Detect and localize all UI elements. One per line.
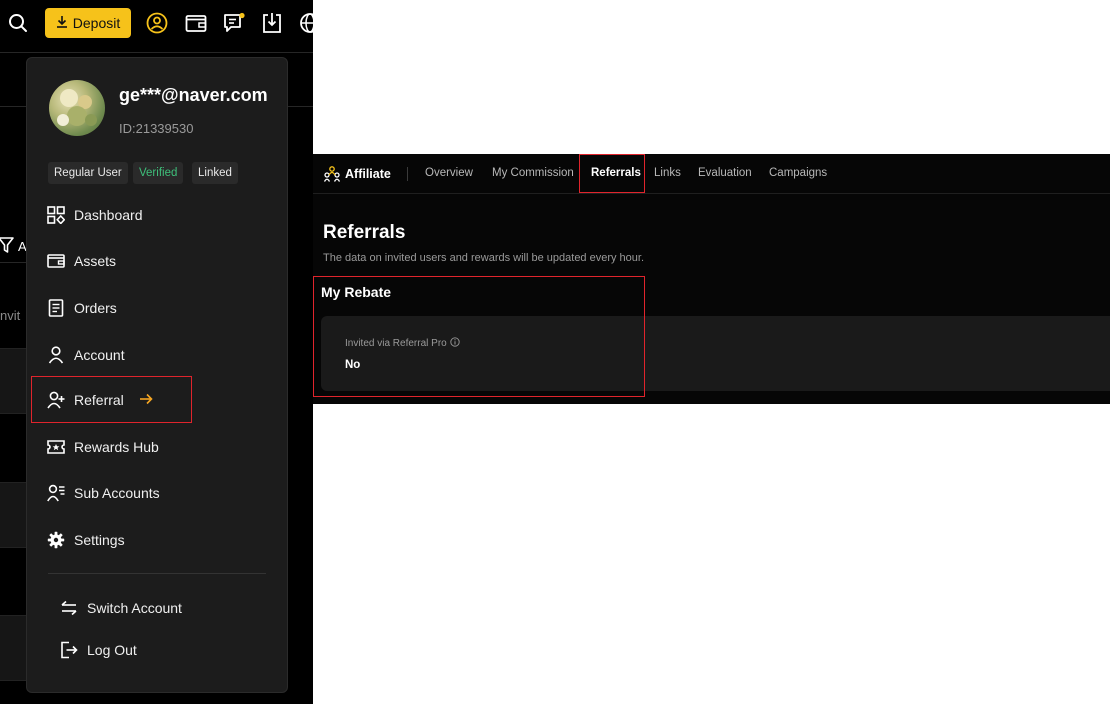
gear-icon — [47, 531, 65, 549]
menu-label-dashboard: Dashboard — [74, 207, 143, 223]
affiliate-nav: Affiliate Overview My Commission Referra… — [313, 154, 1110, 194]
top-bar: Deposit — [0, 0, 313, 46]
tab-links[interactable]: Links — [654, 167, 681, 179]
dashboard-icon — [47, 206, 65, 224]
tab-my-commission[interactable]: My Commission — [492, 167, 574, 179]
affiliate-brand[interactable]: Affiliate — [345, 167, 391, 181]
user-id: ID:21339530 — [119, 121, 194, 136]
background-row — [0, 348, 26, 414]
partial-invite-text: nvit — [0, 308, 21, 323]
profile-icon[interactable] — [145, 11, 169, 35]
nav-separator — [407, 167, 408, 181]
avatar[interactable] — [49, 80, 105, 136]
switch-icon — [60, 599, 78, 617]
menu-item-settings[interactable]: Settings — [47, 526, 125, 554]
menu-item-sub-accounts[interactable]: Sub Accounts — [47, 479, 160, 507]
badge-regular-user: Regular User — [48, 162, 128, 184]
user-email: ge***@naver.com — [119, 85, 268, 105]
divider — [0, 52, 313, 53]
globe-icon[interactable] — [298, 11, 313, 35]
background-row — [0, 482, 26, 548]
menu-item-rewards-hub[interactable]: Rewards Hub — [47, 433, 159, 461]
menu-item-dashboard[interactable]: Dashboard — [47, 201, 143, 229]
account-dropdown: ge***@naver.com ID:21339530 Regular User… — [26, 57, 288, 693]
menu-label-orders: Orders — [74, 300, 117, 316]
filter-icon[interactable] — [0, 236, 14, 259]
person-icon — [47, 346, 65, 364]
menu-label-rewards-hub: Rewards Hub — [74, 439, 159, 455]
menu-label-assets: Assets — [74, 253, 117, 269]
download-icon — [56, 15, 68, 31]
page-title: Referrals — [323, 222, 406, 243]
page-description: The data on invited users and rewards wi… — [323, 252, 645, 264]
search-icon[interactable] — [6, 11, 30, 35]
menu-divider — [48, 573, 266, 574]
sub-accounts-icon — [47, 484, 65, 502]
menu-item-orders[interactable]: Orders — [47, 294, 117, 322]
badge-verified: Verified — [133, 162, 184, 184]
menu-label-account: Account — [74, 347, 125, 363]
highlight-box-referrals-tab — [579, 154, 645, 193]
menu-item-log-out[interactable]: Log Out — [60, 636, 137, 664]
menu-item-account[interactable]: Account — [47, 341, 125, 369]
background-row — [0, 615, 26, 681]
menu-label-log-out: Log Out — [87, 642, 137, 658]
wallet-icon[interactable] — [184, 11, 208, 35]
logout-icon — [60, 641, 78, 659]
highlight-box-my-rebate — [313, 276, 645, 397]
ticket-icon — [47, 438, 65, 456]
menu-label-switch-account: Switch Account — [87, 600, 182, 616]
tab-evaluation[interactable]: Evaluation — [698, 167, 752, 179]
menu-label-settings: Settings — [74, 532, 125, 548]
badge-linked: Linked — [192, 162, 238, 184]
menu-item-switch-account[interactable]: Switch Account — [60, 594, 182, 622]
menu-item-assets[interactable]: Assets — [47, 247, 116, 275]
affiliate-logo-icon — [323, 166, 341, 187]
tab-campaigns[interactable]: Campaigns — [769, 167, 827, 179]
messages-icon[interactable] — [222, 11, 246, 35]
download-app-icon[interactable] — [260, 11, 284, 35]
wallet-icon — [47, 252, 65, 270]
tab-overview[interactable]: Overview — [425, 167, 473, 179]
menu-label-sub-accounts: Sub Accounts — [74, 485, 160, 501]
orders-icon — [47, 299, 65, 317]
deposit-button[interactable]: Deposit — [45, 8, 131, 38]
highlight-box-referral — [31, 376, 192, 423]
deposit-label: Deposit — [72, 15, 121, 31]
